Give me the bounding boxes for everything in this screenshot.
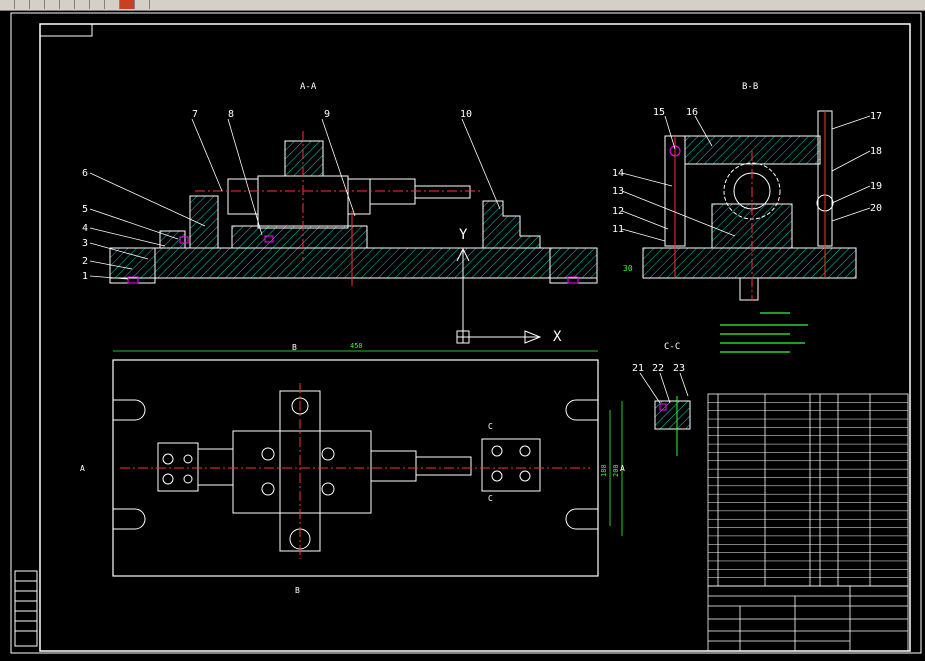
part-number-2: 2 bbox=[82, 256, 88, 267]
section-marker-c-bottom: C bbox=[488, 494, 493, 503]
cad-toolbar bbox=[0, 0, 925, 11]
part-number-18: 18 bbox=[870, 146, 882, 157]
toolbar-button[interactable] bbox=[45, 0, 60, 9]
part-number-12: 12 bbox=[612, 206, 624, 217]
section-marker-a-right: A bbox=[620, 464, 625, 473]
plan-dim-h1: 180 bbox=[600, 464, 608, 477]
toolbar-button[interactable] bbox=[60, 0, 75, 9]
section-bb-label: B-B bbox=[742, 82, 758, 92]
toolbar-button[interactable] bbox=[90, 0, 105, 9]
part-number-9: 9 bbox=[324, 109, 330, 120]
part-number-21: 21 bbox=[632, 363, 644, 374]
section-cc-label: C-C bbox=[664, 342, 680, 352]
part-number-16: 16 bbox=[686, 107, 698, 118]
section-marker-b-top: B bbox=[292, 343, 297, 352]
plan-dim-h2: 200 bbox=[612, 464, 620, 477]
part-number-14: 14 bbox=[612, 168, 624, 179]
toolbar-button[interactable] bbox=[0, 0, 15, 9]
section-marker-c-top: C bbox=[488, 422, 493, 431]
left-support bbox=[189, 195, 219, 249]
part-number-4: 4 bbox=[82, 223, 88, 234]
part-number-22: 22 bbox=[652, 363, 664, 374]
part-number-7: 7 bbox=[192, 109, 198, 120]
toolbar-button[interactable] bbox=[105, 0, 120, 9]
part-number-5: 5 bbox=[82, 204, 88, 215]
toolbar-button[interactable] bbox=[30, 0, 45, 9]
part-number-19: 19 bbox=[870, 181, 882, 192]
toolbar-button[interactable] bbox=[75, 0, 90, 9]
part-number-10: 10 bbox=[460, 109, 472, 120]
section-marker-b-bottom: B bbox=[295, 586, 300, 595]
toolbar-button[interactable] bbox=[120, 0, 135, 9]
section-marker-a-left: A bbox=[80, 464, 85, 473]
top-clamp bbox=[284, 140, 324, 177]
part-number-11: 11 bbox=[612, 224, 624, 235]
part-number-3: 3 bbox=[82, 238, 88, 249]
base-plate bbox=[109, 247, 598, 279]
part-number-15: 15 bbox=[653, 107, 665, 118]
main-body bbox=[231, 225, 368, 249]
toolbar-button[interactable] bbox=[15, 0, 30, 9]
part-number-17: 17 bbox=[870, 111, 882, 122]
toolbar-button[interactable] bbox=[135, 0, 150, 9]
drawing-svg: A-A 1 2 3 4 5 6 7 8 9 10 Y X B-B 11 12 1… bbox=[0, 11, 925, 657]
part-number-6: 6 bbox=[82, 168, 88, 179]
part-number-20: 20 bbox=[870, 203, 882, 214]
cad-drawing-canvas[interactable]: A-A 1 2 3 4 5 6 7 8 9 10 Y X B-B 11 12 1… bbox=[0, 11, 925, 657]
plan-dim-length: 450 bbox=[350, 342, 363, 350]
part-number-1: 1 bbox=[82, 271, 88, 282]
part-number-8: 8 bbox=[228, 109, 234, 120]
bb-dimension-30: 30 bbox=[623, 264, 633, 273]
section-aa-label: A-A bbox=[300, 82, 317, 92]
axis-x-label: X bbox=[553, 329, 562, 345]
part-number-13: 13 bbox=[612, 186, 624, 197]
axis-y-label: Y bbox=[459, 227, 468, 243]
part-number-23: 23 bbox=[673, 363, 685, 374]
